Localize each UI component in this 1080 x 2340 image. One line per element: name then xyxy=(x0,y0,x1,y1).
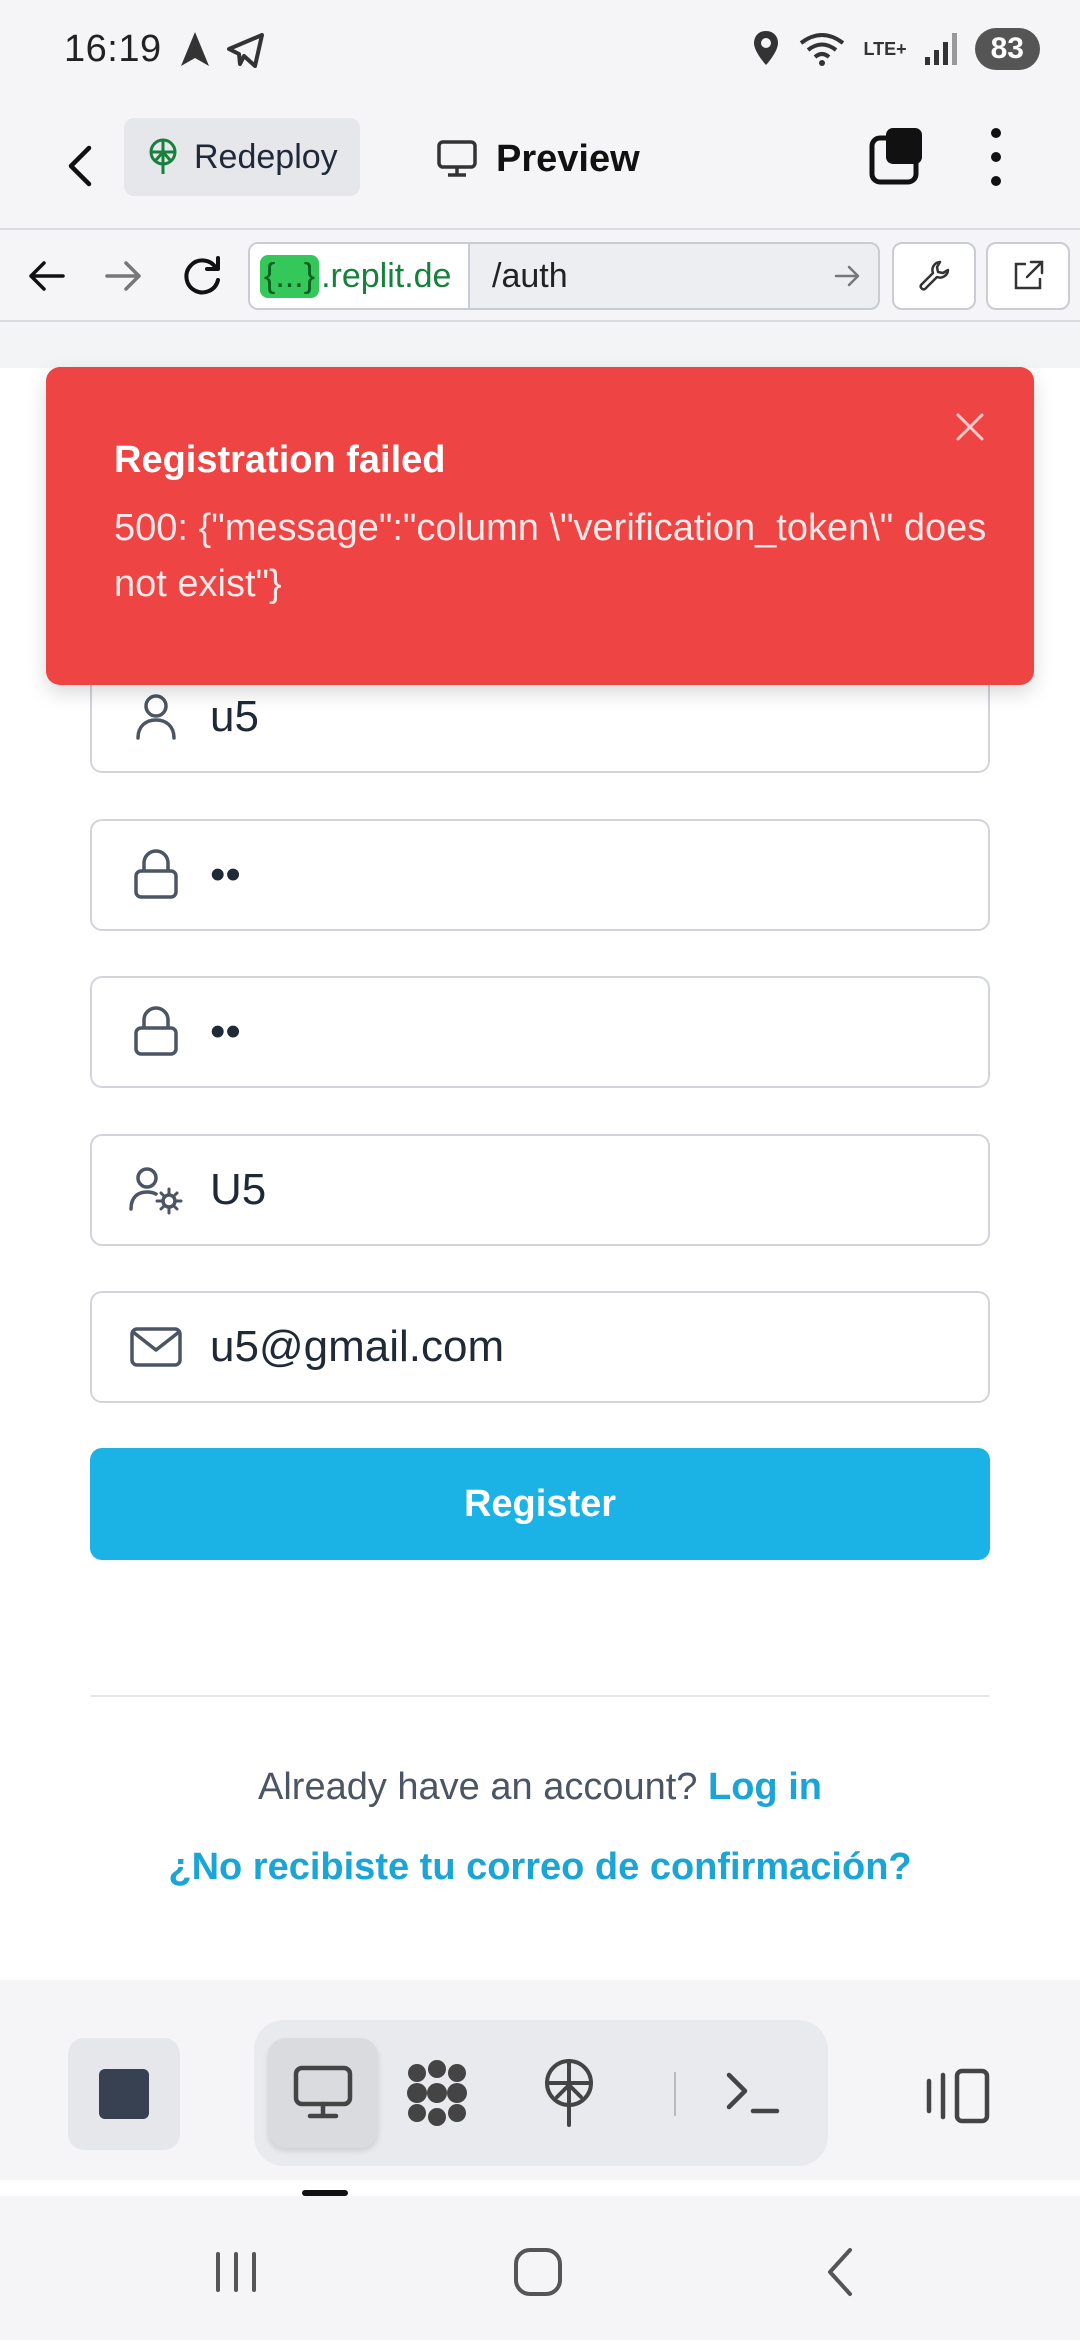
url-domain: {...} .replit.de xyxy=(250,244,470,308)
lock-icon xyxy=(128,1004,184,1060)
more-menu-button[interactable] xyxy=(976,124,1016,190)
reload-button[interactable] xyxy=(176,250,228,302)
menu-dot xyxy=(991,152,1001,162)
email-value: u5@gmail.com xyxy=(210,1322,505,1371)
confirm-password-field[interactable]: •• xyxy=(90,976,990,1088)
arrow-right-icon xyxy=(105,261,141,291)
redeploy-button[interactable]: Redeploy xyxy=(124,118,360,196)
telegram-icon xyxy=(227,33,264,68)
register-button[interactable]: Register xyxy=(90,1448,990,1560)
stop-button[interactable] xyxy=(68,2038,180,2150)
tabs-icon xyxy=(869,128,922,185)
password-field[interactable]: •• xyxy=(90,819,990,931)
username-value: u5 xyxy=(210,692,259,741)
deploy-icon xyxy=(545,2059,593,2127)
external-link-icon xyxy=(1014,260,1044,290)
recents-icon xyxy=(216,2252,256,2292)
menu-dot xyxy=(991,176,1001,186)
user-icon xyxy=(128,689,184,745)
stop-icon xyxy=(99,2069,149,2119)
battery-level: 83 xyxy=(974,28,1040,70)
resend-confirmation-link[interactable]: ¿No recibiste tu correo de confirmación? xyxy=(0,1846,1080,1889)
location-icon xyxy=(754,31,779,65)
display-name-field[interactable]: U5 xyxy=(90,1134,990,1246)
devtools-button[interactable] xyxy=(892,242,976,310)
status-bar: 16:19 LTE+ 83 xyxy=(0,0,1080,100)
wrench-icon xyxy=(919,260,950,291)
panel-icon xyxy=(926,2068,990,2124)
signal-icon xyxy=(924,33,957,65)
monitor-icon xyxy=(437,140,477,177)
url-bar: {...} .replit.de /auth xyxy=(0,230,1080,322)
url-path[interactable]: /auth xyxy=(470,257,818,296)
url-domain-suffix: .replit.de xyxy=(321,256,452,295)
toast-title: Registration failed xyxy=(114,439,446,481)
home-icon xyxy=(514,2248,562,2296)
back-button[interactable] xyxy=(56,136,104,196)
arrow-left-icon xyxy=(29,261,65,291)
reload-icon xyxy=(184,256,220,295)
status-left-icons xyxy=(178,30,266,70)
already-have-account-text: Already have an account? xyxy=(258,1766,698,1808)
status-time: 16:19 xyxy=(64,28,162,70)
tool-separator xyxy=(674,2072,676,2116)
login-link[interactable]: Log in xyxy=(708,1766,822,1808)
chevron-left-icon xyxy=(828,2248,852,2296)
email-field[interactable]: u5@gmail.com xyxy=(90,1291,990,1403)
browser-forward-button[interactable] xyxy=(98,250,150,302)
terminal-icon xyxy=(726,2072,780,2114)
status-right-icons: LTE+ 83 xyxy=(751,28,1040,70)
tool-switcher xyxy=(254,2020,828,2166)
home-button[interactable] xyxy=(508,2242,568,2302)
chevron-left-icon xyxy=(68,145,92,187)
url-domain-token: {...} xyxy=(260,254,320,298)
redeploy-label: Redeploy xyxy=(194,137,338,176)
preview-tool-button[interactable] xyxy=(268,2038,378,2148)
login-prompt: Already have an account? Log in xyxy=(0,1766,1080,1809)
panel-toggle-button[interactable] xyxy=(920,2040,996,2152)
wifi-icon xyxy=(800,33,845,66)
mail-icon xyxy=(128,1319,184,1375)
deploy-tool-button[interactable] xyxy=(514,2038,624,2148)
close-icon xyxy=(956,413,984,441)
user-cog-icon xyxy=(128,1162,184,1218)
open-external-button[interactable] xyxy=(986,242,1070,310)
confirm-password-value: •• xyxy=(210,1007,241,1056)
toast-close-button[interactable] xyxy=(948,405,992,449)
url-go-button[interactable] xyxy=(818,263,878,289)
page-title: Preview xyxy=(496,137,640,180)
error-toast: Registration failed 500: {"message":"col… xyxy=(46,367,1034,685)
navigation-arrow-icon xyxy=(181,32,209,66)
divider xyxy=(90,1695,990,1697)
toast-message: 500: {"message":"column \"verification_t… xyxy=(114,507,987,605)
recents-button[interactable] xyxy=(206,2242,266,2302)
display-name-value: U5 xyxy=(210,1165,267,1214)
password-value: •• xyxy=(210,850,241,899)
agent-tool-button[interactable] xyxy=(382,2038,492,2148)
app-header: Redeploy Preview xyxy=(0,100,1080,230)
system-nav-bar xyxy=(0,2196,1080,2340)
url-field[interactable]: {...} .replit.de /auth xyxy=(248,242,880,310)
preview-title: Preview xyxy=(436,126,640,192)
system-back-button[interactable] xyxy=(810,2242,870,2302)
arrow-right-icon xyxy=(834,265,860,287)
menu-dot xyxy=(991,128,1001,138)
tabs-button[interactable] xyxy=(868,126,924,186)
network-type: LTE+ xyxy=(863,38,907,59)
monitor-icon xyxy=(293,2065,353,2119)
page-top-strip xyxy=(0,322,1080,368)
bottom-toolbar xyxy=(0,1980,1080,2180)
shell-tool-button[interactable] xyxy=(698,2038,808,2148)
agent-icon xyxy=(407,2060,467,2126)
browser-back-button[interactable] xyxy=(20,250,72,302)
deploy-icon xyxy=(149,138,177,174)
lock-icon xyxy=(128,847,184,903)
